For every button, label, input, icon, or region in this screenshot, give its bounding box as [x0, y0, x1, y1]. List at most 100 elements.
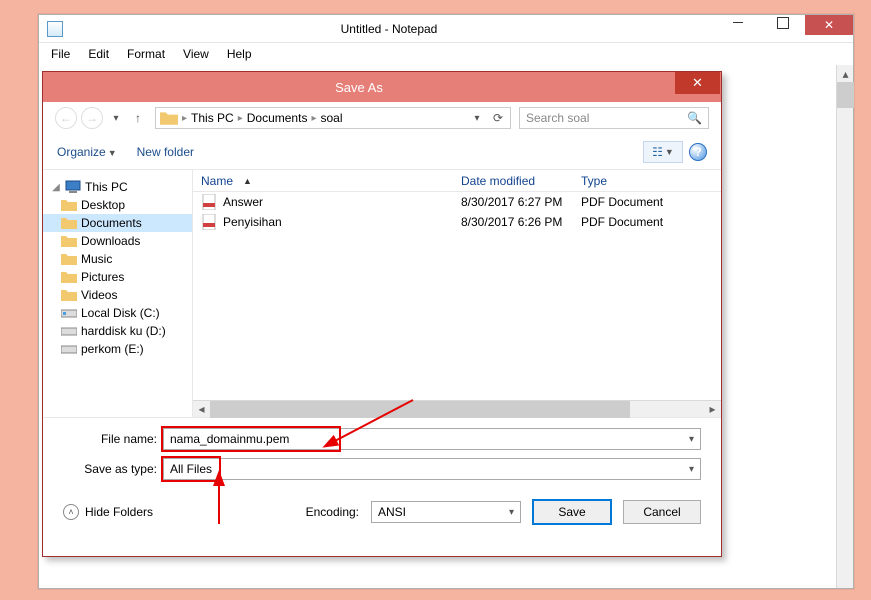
cancel-button[interactable]: Cancel	[623, 500, 701, 524]
chevron-up-icon: ˄	[63, 504, 79, 520]
menu-help[interactable]: Help	[219, 45, 260, 63]
tree-disk-c[interactable]: Local Disk (C:)	[43, 304, 192, 322]
saveas-close-button[interactable]	[675, 72, 720, 94]
file-date: 8/30/2017 6:27 PM	[453, 195, 573, 209]
tree-label: Videos	[81, 288, 117, 302]
saveas-title: Save As	[43, 80, 675, 95]
scrollbar-horizontal[interactable]: ◂ ▸	[193, 400, 721, 417]
file-type: PDF Document	[573, 195, 721, 209]
tree-expand-icon[interactable]: ◢	[51, 182, 61, 193]
organize-menu[interactable]: Organize▼	[57, 145, 117, 159]
search-icon: 🔍	[687, 111, 702, 125]
chevron-down-icon: ▼	[665, 147, 674, 157]
tree-label: This PC	[85, 180, 128, 194]
nav-history-dropdown[interactable]: ▾	[107, 113, 125, 124]
breadcrumb[interactable]: ▸ This PC ▸ Documents ▸ soal ▾ ⟳	[155, 107, 511, 129]
search-input[interactable]: Search soal 🔍	[519, 107, 709, 129]
tree-label: Documents	[81, 216, 142, 230]
file-list: Name▲ Date modified Type Answer 8/30/201…	[193, 170, 721, 417]
menu-view[interactable]: View	[175, 45, 217, 63]
filename-input[interactable]: nama_domainmu.pem	[163, 428, 701, 450]
tree-desktop[interactable]: Desktop	[43, 196, 192, 214]
scroll-left-icon[interactable]: ◂	[193, 401, 210, 417]
file-name: Penyisihan	[223, 215, 282, 229]
notepad-titlebar[interactable]: Untitled - Notepad	[39, 15, 853, 43]
folder-icon	[160, 110, 178, 126]
breadcrumb-dropdown[interactable]: ▾	[468, 113, 486, 124]
saveastype-value: All Files	[170, 462, 212, 476]
drive-icon	[61, 342, 77, 356]
save-button[interactable]: Save	[533, 500, 611, 524]
tree-music[interactable]: Music	[43, 250, 192, 268]
scroll-thumb[interactable]	[837, 82, 854, 108]
tree-documents[interactable]: Documents	[43, 214, 192, 232]
saveastype-select[interactable]: All Files	[163, 458, 701, 480]
breadcrumb-this-pc[interactable]: This PC	[187, 111, 238, 125]
column-type[interactable]: Type	[573, 174, 721, 188]
saveas-titlebar[interactable]: Save As	[43, 72, 721, 102]
drive-icon	[61, 324, 77, 338]
notepad-menu-bar: File Edit Format View Help	[39, 43, 853, 65]
notepad-title: Untitled - Notepad	[63, 22, 715, 36]
maximize-button[interactable]	[760, 13, 805, 33]
folder-icon	[61, 216, 77, 230]
tree-label: Local Disk (C:)	[81, 306, 160, 320]
close-button[interactable]	[805, 15, 853, 35]
new-folder-button[interactable]: New folder	[137, 145, 194, 159]
folder-icon	[61, 234, 77, 248]
computer-icon	[65, 180, 81, 194]
nav-forward-button[interactable]: →	[81, 107, 103, 129]
nav-up-button[interactable]: ↑	[129, 111, 147, 125]
nav-back-button[interactable]: ←	[55, 107, 77, 129]
drive-icon	[61, 306, 77, 320]
file-row[interactable]: Penyisihan 8/30/2017 6:26 PM PDF Documen…	[193, 212, 721, 232]
scroll-up-icon[interactable]: ▴	[837, 65, 854, 82]
tree-label: perkom (E:)	[81, 342, 144, 356]
menu-format[interactable]: Format	[119, 45, 173, 63]
breadcrumb-documents[interactable]: Documents	[243, 111, 312, 125]
hide-folders-button[interactable]: ˄ Hide Folders	[63, 504, 153, 520]
encoding-label: Encoding:	[306, 505, 359, 519]
tree-this-pc[interactable]: ◢ This PC	[43, 178, 192, 196]
toolbar: Organize▼ New folder ☷▼ ?	[43, 134, 721, 170]
saveastype-label: Save as type:	[63, 462, 163, 476]
tree-disk-e[interactable]: perkom (E:)	[43, 340, 192, 358]
column-date[interactable]: Date modified	[453, 174, 573, 188]
tree-videos[interactable]: Videos	[43, 286, 192, 304]
pdf-file-icon	[201, 194, 217, 210]
minimize-button[interactable]	[715, 13, 760, 33]
tree-label: harddisk ku (D:)	[81, 324, 166, 338]
help-button[interactable]: ?	[689, 143, 707, 161]
scrollbar-vertical[interactable]: ▴	[836, 65, 853, 588]
pdf-file-icon	[201, 214, 217, 230]
menu-file[interactable]: File	[43, 45, 78, 63]
tree-pictures[interactable]: Pictures	[43, 268, 192, 286]
file-list-header[interactable]: Name▲ Date modified Type	[193, 170, 721, 192]
folder-icon	[61, 252, 77, 266]
save-fields: File name: nama_domainmu.pem Save as typ…	[43, 418, 721, 492]
encoding-select[interactable]: ANSI	[371, 501, 521, 523]
breadcrumb-soal[interactable]: soal	[316, 111, 346, 125]
menu-edit[interactable]: Edit	[80, 45, 117, 63]
notepad-window-controls	[715, 19, 853, 39]
main-pane: ◢ This PC Desktop Documents Downloads Mu…	[43, 170, 721, 418]
file-list-body[interactable]: Answer 8/30/2017 6:27 PM PDF Document Pe…	[193, 192, 721, 400]
scroll-thumb[interactable]	[210, 401, 630, 418]
view-options-button[interactable]: ☷▼	[643, 141, 683, 163]
encoding-value: ANSI	[378, 505, 406, 519]
hide-folders-label: Hide Folders	[85, 505, 153, 519]
nav-bar: ← → ▾ ↑ ▸ This PC ▸ Documents ▸ soal ▾ ⟳…	[43, 102, 721, 134]
dialog-bottom-bar: ˄ Hide Folders Encoding: ANSI Save Cance…	[43, 492, 721, 536]
sort-asc-icon: ▲	[243, 176, 252, 186]
scroll-right-icon[interactable]: ▸	[704, 401, 721, 417]
save-as-dialog: Save As ← → ▾ ↑ ▸ This PC ▸ Documents ▸ …	[42, 71, 722, 557]
folder-icon	[61, 198, 77, 212]
tree-disk-d[interactable]: harddisk ku (D:)	[43, 322, 192, 340]
refresh-icon[interactable]: ⟳	[486, 111, 510, 125]
notepad-app-icon	[47, 21, 63, 37]
column-name[interactable]: Name▲	[193, 174, 453, 188]
tree-downloads[interactable]: Downloads	[43, 232, 192, 250]
file-row[interactable]: Answer 8/30/2017 6:27 PM PDF Document	[193, 192, 721, 212]
folder-tree[interactable]: ◢ This PC Desktop Documents Downloads Mu…	[43, 170, 193, 417]
folder-icon	[61, 288, 77, 302]
